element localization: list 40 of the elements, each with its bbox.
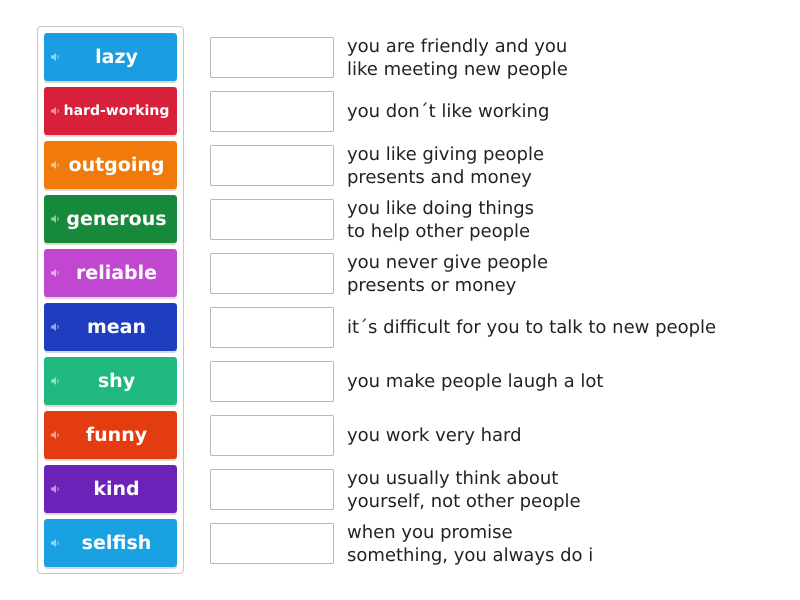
speaker-icon[interactable]: [50, 484, 60, 494]
definition-text: when you promise something, you always do i: [347, 520, 594, 566]
drop-box[interactable]: [210, 37, 334, 78]
word-tile[interactable]: shy: [44, 357, 177, 405]
definition-text: you usually think about yourself, not other people: [347, 466, 581, 512]
word-tile[interactable]: generous: [44, 195, 177, 243]
definition-text: you make people laugh a lot: [347, 370, 604, 393]
speaker-icon[interactable]: [50, 322, 60, 332]
definition-text: you are friendly and you like meeting new people: [347, 34, 568, 80]
drop-box[interactable]: [210, 307, 334, 348]
drop-box[interactable]: [210, 145, 334, 186]
speaker-icon[interactable]: [50, 160, 60, 170]
speaker-icon[interactable]: [50, 214, 60, 224]
speaker-icon[interactable]: [50, 430, 60, 440]
word-tile[interactable]: kind: [44, 465, 177, 513]
word-tile[interactable]: mean: [44, 303, 177, 351]
definition-text: you like giving people presents and money: [347, 142, 544, 188]
word-tile[interactable]: funny: [44, 411, 177, 459]
definition-text: you work very hard: [347, 424, 522, 447]
drop-box[interactable]: [210, 523, 334, 564]
word-tile[interactable]: reliable: [44, 249, 177, 297]
definition-text: it´s difficult for you to talk to new people: [347, 316, 716, 339]
speaker-icon[interactable]: [50, 106, 60, 116]
definition-text: you never give people presents or money: [347, 250, 548, 296]
speaker-icon[interactable]: [50, 268, 60, 278]
drop-box[interactable]: [210, 199, 334, 240]
word-tile[interactable]: hard-working: [44, 87, 177, 135]
speaker-icon[interactable]: [50, 52, 60, 62]
definition-text: you don´t like working: [347, 100, 550, 123]
drop-box[interactable]: [210, 415, 334, 456]
drop-box[interactable]: [210, 253, 334, 294]
word-tile[interactable]: lazy: [44, 33, 177, 81]
word-tile[interactable]: outgoing: [44, 141, 177, 189]
definition-text: you like doing things to help other people: [347, 196, 534, 242]
word-tile[interactable]: selfish: [44, 519, 177, 567]
speaker-icon[interactable]: [50, 376, 60, 386]
drop-box[interactable]: [210, 91, 334, 132]
speaker-icon[interactable]: [50, 538, 60, 548]
drop-box[interactable]: [210, 469, 334, 510]
drop-box[interactable]: [210, 361, 334, 402]
